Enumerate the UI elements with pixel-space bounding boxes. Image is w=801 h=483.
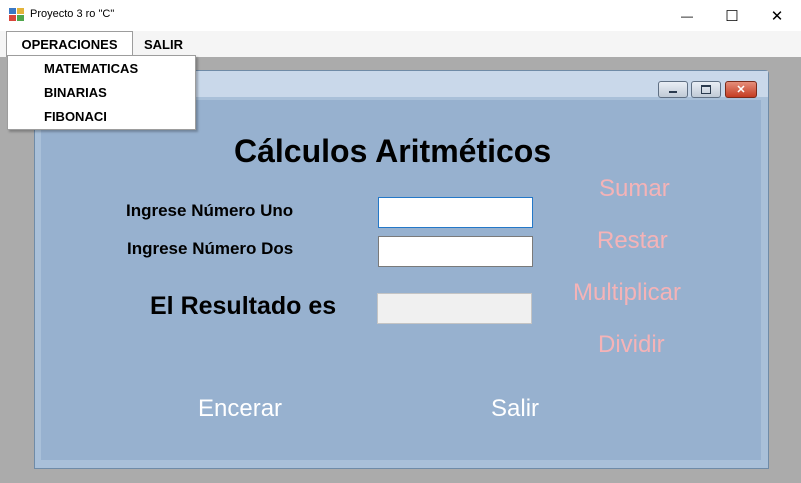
menu-item-binarias[interactable]: BINARIAS	[44, 85, 107, 100]
minimize-icon: —	[681, 8, 693, 23]
salir-button[interactable]: Salir	[491, 395, 539, 423]
number-one-input[interactable]	[378, 197, 533, 228]
close-button[interactable]: ✕	[754, 0, 800, 31]
number-two-input[interactable]	[378, 236, 533, 267]
maximize-icon: ☐	[725, 7, 739, 25]
dividir-button[interactable]: Dividir	[598, 331, 665, 359]
window-title: Proyecto 3 ro "C"	[30, 8, 115, 20]
app-icon	[9, 8, 25, 22]
child-restore-icon	[701, 85, 711, 94]
label-number-two: Ingrese Número Dos	[127, 239, 294, 258]
encerar-button[interactable]: Encerar	[198, 395, 282, 423]
sumar-button[interactable]: Sumar	[599, 175, 670, 203]
multiplicar-button[interactable]: Multiplicar	[573, 279, 681, 307]
child-close-button[interactable]: ✕	[725, 81, 757, 98]
child-minimize-button[interactable]	[658, 81, 688, 98]
child-minimize-icon	[669, 91, 677, 93]
label-result: El Resultado es	[150, 292, 337, 320]
restar-button[interactable]: Restar	[597, 227, 668, 255]
operaciones-dropdown: MATEMATICAS BINARIAS FIBONACI	[7, 55, 196, 130]
close-icon: ✕	[770, 7, 784, 25]
minimize-button[interactable]: —	[664, 0, 710, 31]
menu-salir[interactable]: SALIR	[134, 31, 193, 57]
child-close-icon: ✕	[736, 84, 746, 96]
result-field[interactable]	[377, 293, 532, 324]
child-restore-button[interactable]	[691, 81, 721, 98]
form-heading: Cálculos Aritméticos	[234, 133, 552, 169]
menu-operaciones[interactable]: OPERACIONES	[6, 31, 133, 57]
label-number-one: Ingrese Número Uno	[126, 201, 294, 220]
menu-item-fibonaci[interactable]: FIBONACI	[44, 109, 107, 124]
menu-item-matematicas[interactable]: MATEMATICAS	[44, 61, 138, 76]
maximize-button[interactable]: ☐	[709, 0, 755, 31]
title-bar: Proyecto 3 ro "C" — ☐ ✕	[0, 0, 801, 31]
